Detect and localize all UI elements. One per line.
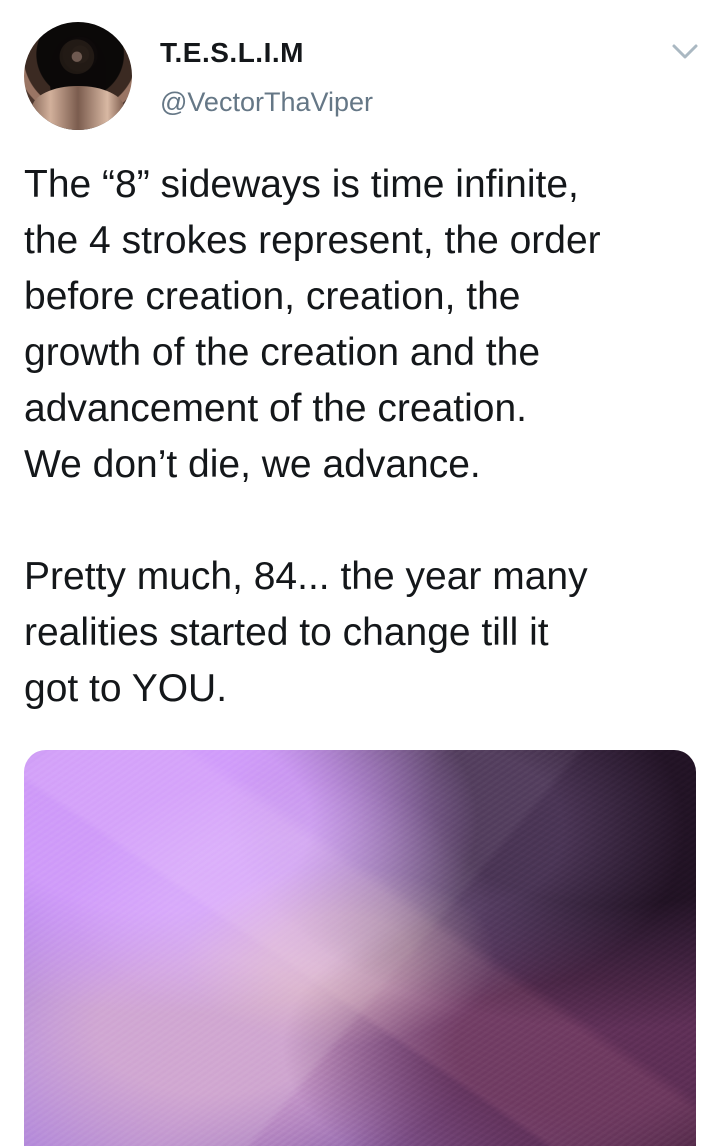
- tweet-text: The “8” sideways is time infinite, the 4…: [24, 163, 601, 710]
- more-options-button[interactable]: [668, 40, 702, 64]
- display-name[interactable]: T.E.S.L.I.M: [160, 36, 304, 70]
- tweet-card: T.E.S.L.I.M @VectorThaViper The “8” side…: [0, 0, 720, 1146]
- username-handle[interactable]: @VectorThaViper: [160, 86, 373, 118]
- tweet-image[interactable]: [24, 750, 696, 1146]
- profile-avatar[interactable]: [24, 22, 132, 130]
- chevron-down-icon: [672, 44, 698, 59]
